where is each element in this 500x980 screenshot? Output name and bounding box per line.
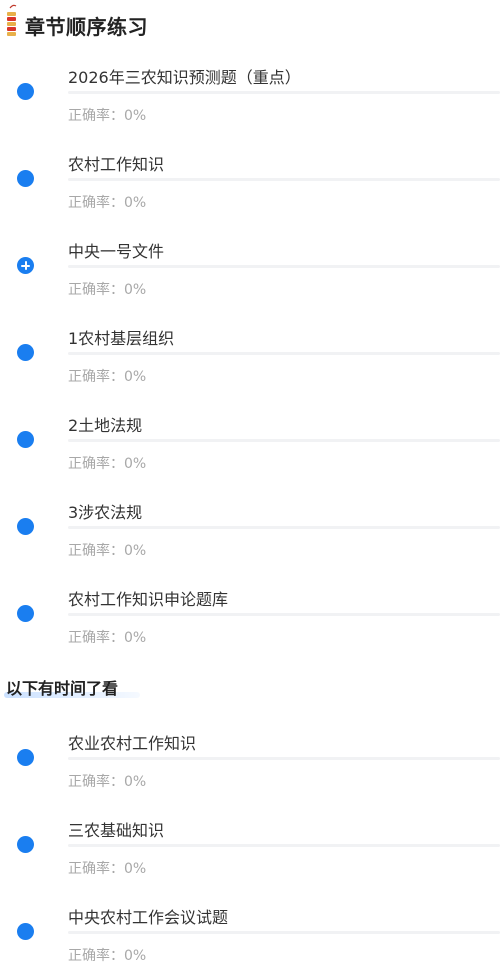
chapter-item[interactable]: 三农基础知识 正确率：0% — [0, 809, 500, 889]
chapter-title: 2土地法规 — [68, 416, 143, 435]
dot-icon — [17, 518, 34, 535]
dot-icon — [17, 605, 34, 622]
chapter-item[interactable]: 农业农村工作知识 正确率：0% — [0, 722, 500, 802]
progress-bar — [68, 757, 500, 760]
chapter-item[interactable]: 2土地法规 正确率：0% — [0, 404, 500, 484]
chapter-title: 农村工作知识 — [68, 155, 165, 174]
dot-icon — [17, 836, 34, 853]
chapter-title: 3涉农法规 — [68, 503, 143, 522]
firework-icon — [7, 4, 17, 36]
chapter-item[interactable]: 中央农村工作会议试题 正确率：0% — [0, 896, 500, 976]
accuracy-text: 正确率：0% — [68, 108, 147, 124]
accuracy-text: 正确率：0% — [68, 774, 147, 790]
accuracy-text: 正确率：0% — [68, 948, 147, 964]
chapter-item[interactable]: 农村工作知识申论题库 正确率：0% — [0, 578, 500, 658]
progress-bar — [68, 178, 500, 181]
dot-icon — [17, 170, 34, 187]
chapter-item[interactable]: 3涉农法规 正确率：0% — [0, 491, 500, 571]
chapter-item[interactable]: 农村工作知识 正确率：0% — [0, 143, 500, 223]
chapter-title: 2026年三农知识预测题（重点） — [68, 68, 301, 87]
accuracy-text: 正确率：0% — [68, 456, 147, 472]
progress-bar — [68, 613, 500, 616]
progress-bar — [68, 931, 500, 934]
accuracy-text: 正确率：0% — [68, 195, 147, 211]
accuracy-text: 正确率：0% — [68, 543, 147, 559]
dot-icon — [17, 923, 34, 940]
dot-icon — [17, 83, 34, 100]
accuracy-text: 正确率：0% — [68, 369, 147, 385]
chapter-title: 农业农村工作知识 — [68, 734, 197, 753]
progress-bar — [68, 91, 500, 94]
progress-bar — [68, 439, 500, 442]
dot-icon — [17, 749, 34, 766]
chapter-item[interactable]: 1农村基层组织 正确率：0% — [0, 317, 500, 397]
progress-bar — [68, 352, 500, 355]
chapter-title: 三农基础知识 — [68, 821, 165, 840]
chapter-title: 1农村基层组织 — [68, 329, 175, 348]
progress-bar — [68, 844, 500, 847]
progress-bar — [68, 265, 500, 268]
section-header: 章节顺序练习 — [0, 0, 500, 48]
chapter-title: 农村工作知识申论题库 — [68, 590, 229, 609]
plus-circle-icon[interactable] — [17, 257, 34, 274]
chapter-title: 中央一号文件 — [68, 242, 165, 261]
progress-bar — [68, 526, 500, 529]
page-title: 章节顺序练习 — [25, 15, 148, 39]
accuracy-text: 正确率：0% — [68, 630, 147, 646]
accuracy-text: 正确率：0% — [68, 282, 147, 298]
chapter-item[interactable]: 2026年三农知识预测题（重点） 正确率：0% — [0, 56, 500, 136]
chapter-item[interactable]: 中央一号文件 正确率：0% — [0, 230, 500, 310]
dot-icon — [17, 431, 34, 448]
section-subheader: 以下有时间了看 — [6, 679, 119, 698]
accuracy-text: 正确率：0% — [68, 861, 147, 877]
chapter-title: 中央农村工作会议试题 — [68, 908, 229, 927]
dot-icon — [17, 344, 34, 361]
